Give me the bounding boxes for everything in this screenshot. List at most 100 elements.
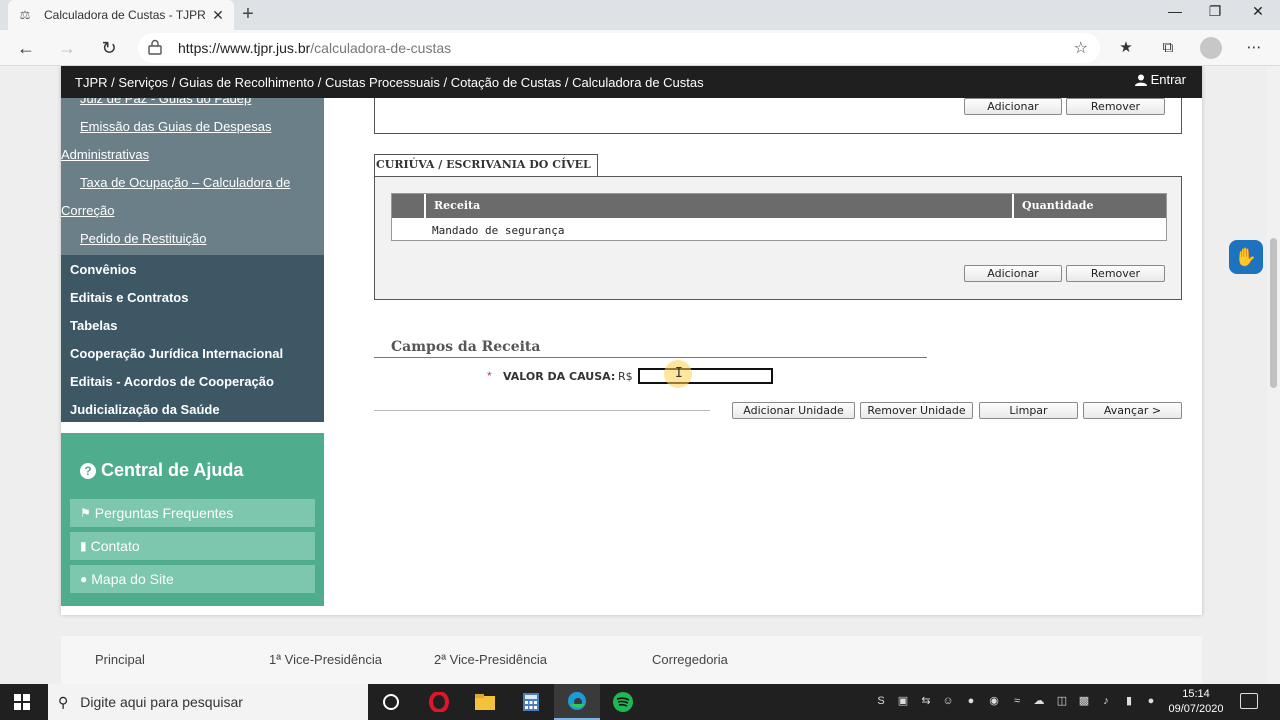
sidebar-item-acordos[interactable]: Editais - Acordos de Cooperação	[70, 374, 274, 389]
display-icon[interactable]: ▩	[1076, 693, 1092, 709]
add-button-previous[interactable]: Adicionar	[964, 98, 1062, 115]
contact-button[interactable]: ▮ Contato	[70, 532, 315, 560]
sidebar-item-convenios[interactable]: Convênios	[70, 262, 136, 277]
sidebar-item-saude[interactable]: Judicialização da Saúde	[70, 402, 220, 417]
valor-causa-label: VALOR DA CAUSA:	[503, 370, 616, 383]
add-unit-button[interactable]: Adicionar Unidade	[732, 402, 855, 419]
grid-header-select	[392, 194, 424, 218]
window-close-icon[interactable]: ✕	[1235, 0, 1280, 22]
file-explorer-icon[interactable]	[462, 684, 508, 720]
tjpr-favicon-icon: ⚖	[19, 8, 31, 22]
discord-tray-icon[interactable]: ☺	[940, 693, 956, 709]
calculator-icon[interactable]	[508, 684, 554, 720]
lock-icon	[148, 39, 162, 55]
url-path: /calculadora-de-custas	[310, 40, 452, 56]
sidebar-item-editais-contratos[interactable]: Editais e Contratos	[70, 290, 188, 305]
maximize-icon[interactable]: ❐	[1192, 0, 1238, 22]
book-icon: ▮	[80, 539, 87, 553]
help-center-panel: ? Central de Ajuda ⚑ Perguntas Frequente…	[61, 433, 324, 606]
spotify-icon[interactable]	[600, 684, 646, 720]
faq-button[interactable]: ⚑ Perguntas Frequentes	[70, 499, 315, 527]
faq-label: Perguntas Frequentes	[94, 505, 234, 521]
login-link[interactable]: Entrar	[1134, 72, 1186, 87]
browser-toolbar: ← → ↻ https://www.tjpr.jus.br/calculador…	[0, 30, 1280, 66]
favorites-list-icon[interactable]: ★	[1115, 38, 1137, 58]
new-tab-icon[interactable]: +	[238, 4, 258, 24]
table-row[interactable]: Mandado de segurança	[432, 224, 564, 237]
sidebar-item-tabelas[interactable]: Tabelas	[70, 318, 117, 333]
sidebar-link-guias-despesas[interactable]: Emissão das Guias de Despesas	[80, 119, 271, 134]
remove-button[interactable]: Remover	[1066, 265, 1165, 282]
taskbar-search[interactable]: ⚲ Digite aqui para pesquisar	[48, 684, 368, 720]
edge-browser-icon[interactable]	[554, 684, 600, 720]
more-options-icon[interactable]: ⋯	[1243, 38, 1265, 58]
footer-link-corregedoria[interactable]: Corregedoria	[652, 652, 728, 667]
remove-button-previous[interactable]: Remover	[1066, 98, 1165, 115]
battery-icon[interactable]: ▮	[1121, 693, 1137, 709]
network-icon[interactable]: ◫	[1054, 693, 1070, 709]
user-icon	[1134, 74, 1147, 86]
opera-icon[interactable]	[416, 684, 462, 720]
footer-link-2-vice[interactable]: 2ª Vice-Presidência	[434, 652, 547, 667]
tab-title: Calculadora de Custas - TJPR	[44, 8, 206, 22]
spotify-tray-icon[interactable]: ●	[963, 693, 979, 709]
actions-divider	[374, 410, 710, 411]
sidebar-link-taxa-ocupacao-cont[interactable]: Correção	[61, 203, 114, 218]
curiuva-fieldset: Receita Quantidade Mandado de segurança …	[374, 176, 1182, 300]
scrollbar-thumb[interactable]	[1270, 238, 1277, 388]
text-cursor-icon: I	[675, 366, 683, 381]
task-view-icon[interactable]	[368, 684, 414, 720]
back-arrow-icon[interactable]: ←	[14, 36, 38, 60]
browser-tab[interactable]: ⚖ Calculadora de Custas - TJPR ✕	[8, 0, 234, 30]
search-placeholder: Digite aqui para pesquisar	[80, 694, 243, 710]
sidebar-item-cooperacao[interactable]: Cooperação Jurídica Internacional	[70, 346, 283, 361]
fieldset-legend: CURIÚVA / ESCRIVANIA DO CÍVEL	[374, 154, 598, 176]
system-clock[interactable]: 15:14 09/07/2020	[1164, 687, 1228, 717]
contact-label: Contato	[90, 538, 140, 554]
question-circle-icon: ?	[80, 462, 96, 479]
forward-arrow-icon[interactable]: →	[55, 36, 79, 60]
clock-time: 15:14	[1182, 688, 1210, 700]
section-title: Campos da Receita	[391, 339, 541, 355]
sitemap-label: Mapa do Site	[91, 571, 174, 587]
skype-tray-icon[interactable]: S	[873, 693, 889, 709]
tray-app-icon[interactable]: ▣	[895, 693, 911, 709]
recorder-tray-icon[interactable]: ◉	[986, 693, 1002, 709]
required-mark: *	[487, 369, 492, 383]
profile-avatar[interactable]	[1200, 37, 1222, 59]
address-bar[interactable]: https://www.tjpr.jus.br/calculadora-de-c…	[138, 33, 1100, 63]
footer-link-principal[interactable]: Principal	[95, 652, 145, 667]
remove-unit-button[interactable]: Remover Unidade	[860, 402, 973, 419]
close-tab-icon[interactable]: ✕	[210, 7, 226, 23]
footer-link-1-vice[interactable]: 1ª Vice-Presidência	[269, 652, 382, 667]
login-label: Entrar	[1150, 72, 1186, 87]
sidebar-link-taxa-ocupacao[interactable]: Taxa de Ocupação – Calculadora de	[80, 175, 290, 190]
cloud-icon[interactable]: ☁	[1031, 693, 1047, 709]
windows-start-icon[interactable]	[14, 694, 30, 710]
sidebar-link-pedido-restituicao[interactable]: Pedido de Restituição	[80, 231, 206, 246]
sidebar-link-guias-despesas-cont[interactable]: Administrativas	[61, 147, 149, 162]
wifi-icon[interactable]: ≈	[1009, 693, 1025, 709]
grid-header-quantidade: Quantidade	[1012, 194, 1166, 218]
sidebar-menu: Convênios Editais e Contratos Tabelas Co…	[61, 255, 324, 422]
refresh-icon[interactable]: ↻	[97, 36, 121, 60]
sitemap-button[interactable]: ● Mapa do Site	[70, 565, 315, 593]
volume-icon[interactable]: ♪	[1098, 693, 1114, 709]
page-container: Juiz de Paz - Guias do Fadep Emissão das…	[61, 66, 1202, 615]
clear-button[interactable]: Limpar	[979, 402, 1078, 419]
search-icon: ⚲	[58, 693, 69, 710]
microphone-icon[interactable]: ●	[1143, 693, 1159, 709]
teamviewer-tray-icon[interactable]: ⇆	[918, 693, 934, 709]
next-button[interactable]: Avançar >	[1083, 402, 1182, 419]
sign-language-icon[interactable]: ✋	[1229, 240, 1263, 274]
valor-causa-input[interactable]	[638, 368, 773, 384]
add-button[interactable]: Adicionar	[964, 265, 1062, 282]
grid-header: Receita Quantidade	[392, 194, 1166, 218]
footer: Principal 1ª Vice-Presidência 2ª Vice-Pr…	[61, 636, 1202, 684]
clock-date: 09/07/2020	[1168, 703, 1224, 715]
collections-icon[interactable]: ⧉	[1157, 38, 1179, 58]
breadcrumb[interactable]: TJPR / Serviços / Guias de Recolhimento …	[75, 75, 704, 90]
notifications-icon[interactable]	[1240, 693, 1258, 709]
page-scrollbar[interactable]	[1267, 66, 1280, 684]
favorite-star-icon[interactable]: ☆	[1074, 38, 1088, 58]
